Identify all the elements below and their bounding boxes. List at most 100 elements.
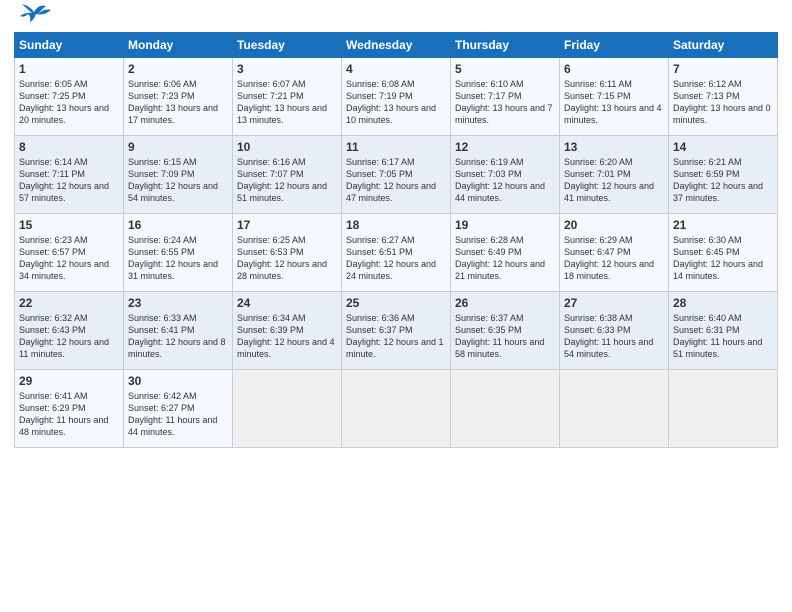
day-number: 9	[128, 140, 228, 154]
calendar-cell: 20 Sunrise: 6:29 AMSunset: 6:47 PMDayligh…	[560, 214, 669, 292]
cell-text: Sunrise: 6:33 AMSunset: 6:41 PMDaylight:…	[128, 313, 226, 359]
day-number: 11	[346, 140, 446, 154]
day-number: 3	[237, 62, 337, 76]
cell-text: Sunrise: 6:15 AMSunset: 7:09 PMDaylight:…	[128, 157, 218, 203]
day-number: 16	[128, 218, 228, 232]
day-number: 5	[455, 62, 555, 76]
week-row-3: 15 Sunrise: 6:23 AMSunset: 6:57 PMDayligh…	[15, 214, 778, 292]
day-number: 19	[455, 218, 555, 232]
day-number: 25	[346, 296, 446, 310]
day-number: 6	[564, 62, 664, 76]
calendar-cell: 30Sunrise: 6:42 AMSunset: 6:27 PMDayligh…	[124, 370, 233, 448]
cell-text: Sunrise: 6:32 AMSunset: 6:43 PMDaylight:…	[19, 313, 109, 359]
day-number: 15	[19, 218, 119, 232]
day-number: 10	[237, 140, 337, 154]
calendar-cell: 16 Sunrise: 6:24 AMSunset: 6:55 PMDayligh…	[124, 214, 233, 292]
cell-text: Sunrise: 6:16 AMSunset: 7:07 PMDaylight:…	[237, 157, 327, 203]
cell-text: Sunrise: 6:30 AMSunset: 6:45 PMDaylight:…	[673, 235, 763, 281]
calendar-table: SundayMondayTuesdayWednesdayThursdayFrid…	[14, 32, 778, 448]
calendar-cell: 3 Sunrise: 6:07 AMSunset: 7:21 PMDaylight…	[233, 58, 342, 136]
cell-text: Sunrise: 6:28 AMSunset: 6:49 PMDaylight:…	[455, 235, 545, 281]
calendar-cell: 13Sunrise: 6:20 AMSunset: 7:01 PMDayligh…	[560, 136, 669, 214]
cell-text: Sunrise: 6:41 AMSunset: 6:29 PMDaylight:…	[19, 391, 108, 437]
cell-text: Sunrise: 6:27 AMSunset: 6:51 PMDaylight:…	[346, 235, 436, 281]
calendar-cell: 21 Sunrise: 6:30 AMSunset: 6:45 PMDayligh…	[669, 214, 778, 292]
cell-text: Sunrise: 6:10 AMSunset: 7:17 PMDaylight:…	[455, 79, 553, 125]
day-number: 14	[673, 140, 773, 154]
col-header-saturday: Saturday	[669, 33, 778, 58]
cell-text: Sunrise: 6:20 AMSunset: 7:01 PMDaylight:…	[564, 157, 654, 203]
week-row-4: 22Sunrise: 6:32 AMSunset: 6:43 PMDayligh…	[15, 292, 778, 370]
header-row: SundayMondayTuesdayWednesdayThursdayFrid…	[15, 33, 778, 58]
calendar-cell: 25 Sunrise: 6:36 AMSunset: 6:37 PMDayligh…	[342, 292, 451, 370]
calendar-cell	[342, 370, 451, 448]
page-container: SundayMondayTuesdayWednesdayThursdayFrid…	[0, 0, 792, 458]
day-number: 7	[673, 62, 773, 76]
day-number: 29	[19, 374, 119, 388]
day-number: 1	[19, 62, 119, 76]
day-number: 17	[237, 218, 337, 232]
cell-text: Sunrise: 6:21 AMSunset: 6:59 PMDaylight:…	[673, 157, 763, 203]
col-header-tuesday: Tuesday	[233, 33, 342, 58]
calendar-cell: 6 Sunrise: 6:11 AMSunset: 7:15 PMDaylight…	[560, 58, 669, 136]
calendar-cell: 5 Sunrise: 6:10 AMSunset: 7:17 PMDaylight…	[451, 58, 560, 136]
calendar-cell	[560, 370, 669, 448]
cell-text: Sunrise: 6:36 AMSunset: 6:37 PMDaylight:…	[346, 313, 444, 359]
day-number: 8	[19, 140, 119, 154]
calendar-cell: 29 Sunrise: 6:41 AMSunset: 6:29 PMDayligh…	[15, 370, 124, 448]
cell-text: Sunrise: 6:06 AMSunset: 7:23 PMDaylight:…	[128, 79, 218, 125]
day-number: 27	[564, 296, 664, 310]
col-header-friday: Friday	[560, 33, 669, 58]
logo	[14, 10, 52, 24]
col-header-wednesday: Wednesday	[342, 33, 451, 58]
calendar-cell: 14 Sunrise: 6:21 AMSunset: 6:59 PMDayligh…	[669, 136, 778, 214]
cell-text: Sunrise: 6:40 AMSunset: 6:31 PMDaylight:…	[673, 313, 762, 359]
cell-text: Sunrise: 6:38 AMSunset: 6:33 PMDaylight:…	[564, 313, 653, 359]
week-row-5: 29 Sunrise: 6:41 AMSunset: 6:29 PMDayligh…	[15, 370, 778, 448]
day-number: 20	[564, 218, 664, 232]
day-number: 21	[673, 218, 773, 232]
header	[14, 10, 778, 24]
calendar-cell: 9 Sunrise: 6:15 AMSunset: 7:09 PMDaylight…	[124, 136, 233, 214]
cell-text: Sunrise: 6:05 AMSunset: 7:25 PMDaylight:…	[19, 79, 109, 125]
cell-text: Sunrise: 6:17 AMSunset: 7:05 PMDaylight:…	[346, 157, 436, 203]
calendar-cell	[669, 370, 778, 448]
cell-text: Sunrise: 6:37 AMSunset: 6:35 PMDaylight:…	[455, 313, 544, 359]
cell-text: Sunrise: 6:08 AMSunset: 7:19 PMDaylight:…	[346, 79, 436, 125]
day-number: 2	[128, 62, 228, 76]
calendar-cell: 4 Sunrise: 6:08 AMSunset: 7:19 PMDaylight…	[342, 58, 451, 136]
day-number: 18	[346, 218, 446, 232]
cell-text: Sunrise: 6:11 AMSunset: 7:15 PMDaylight:…	[564, 79, 662, 125]
calendar-cell: 15 Sunrise: 6:23 AMSunset: 6:57 PMDayligh…	[15, 214, 124, 292]
cell-text: Sunrise: 6:29 AMSunset: 6:47 PMDaylight:…	[564, 235, 654, 281]
calendar-cell: 22Sunrise: 6:32 AMSunset: 6:43 PMDayligh…	[15, 292, 124, 370]
week-row-1: 1 Sunrise: 6:05 AMSunset: 7:25 PMDaylight…	[15, 58, 778, 136]
calendar-cell: 10 Sunrise: 6:16 AMSunset: 7:07 PMDayligh…	[233, 136, 342, 214]
calendar-cell: 7 Sunrise: 6:12 AMSunset: 7:13 PMDaylight…	[669, 58, 778, 136]
cell-text: Sunrise: 6:25 AMSunset: 6:53 PMDaylight:…	[237, 235, 327, 281]
cell-text: Sunrise: 6:07 AMSunset: 7:21 PMDaylight:…	[237, 79, 327, 125]
day-number: 4	[346, 62, 446, 76]
calendar-cell	[451, 370, 560, 448]
bird-icon	[16, 2, 52, 24]
calendar-cell: 18 Sunrise: 6:27 AMSunset: 6:51 PMDayligh…	[342, 214, 451, 292]
calendar-cell: 11 Sunrise: 6:17 AMSunset: 7:05 PMDayligh…	[342, 136, 451, 214]
calendar-cell: 2 Sunrise: 6:06 AMSunset: 7:23 PMDaylight…	[124, 58, 233, 136]
cell-text: Sunrise: 6:24 AMSunset: 6:55 PMDaylight:…	[128, 235, 218, 281]
cell-text: Sunrise: 6:14 AMSunset: 7:11 PMDaylight:…	[19, 157, 109, 203]
day-number: 30	[128, 374, 228, 388]
calendar-cell	[233, 370, 342, 448]
day-number: 24	[237, 296, 337, 310]
cell-text: Sunrise: 6:19 AMSunset: 7:03 PMDaylight:…	[455, 157, 545, 203]
day-number: 26	[455, 296, 555, 310]
cell-text: Sunrise: 6:34 AMSunset: 6:39 PMDaylight:…	[237, 313, 335, 359]
calendar-cell: 28Sunrise: 6:40 AMSunset: 6:31 PMDayligh…	[669, 292, 778, 370]
calendar-cell: 23Sunrise: 6:33 AMSunset: 6:41 PMDayligh…	[124, 292, 233, 370]
calendar-cell: 24 Sunrise: 6:34 AMSunset: 6:39 PMDayligh…	[233, 292, 342, 370]
calendar-cell: 8 Sunrise: 6:14 AMSunset: 7:11 PMDaylight…	[15, 136, 124, 214]
cell-text: Sunrise: 6:23 AMSunset: 6:57 PMDaylight:…	[19, 235, 109, 281]
week-row-2: 8 Sunrise: 6:14 AMSunset: 7:11 PMDaylight…	[15, 136, 778, 214]
col-header-thursday: Thursday	[451, 33, 560, 58]
cell-text: Sunrise: 6:12 AMSunset: 7:13 PMDaylight:…	[673, 79, 771, 125]
calendar-cell: 27 Sunrise: 6:38 AMSunset: 6:33 PMDayligh…	[560, 292, 669, 370]
